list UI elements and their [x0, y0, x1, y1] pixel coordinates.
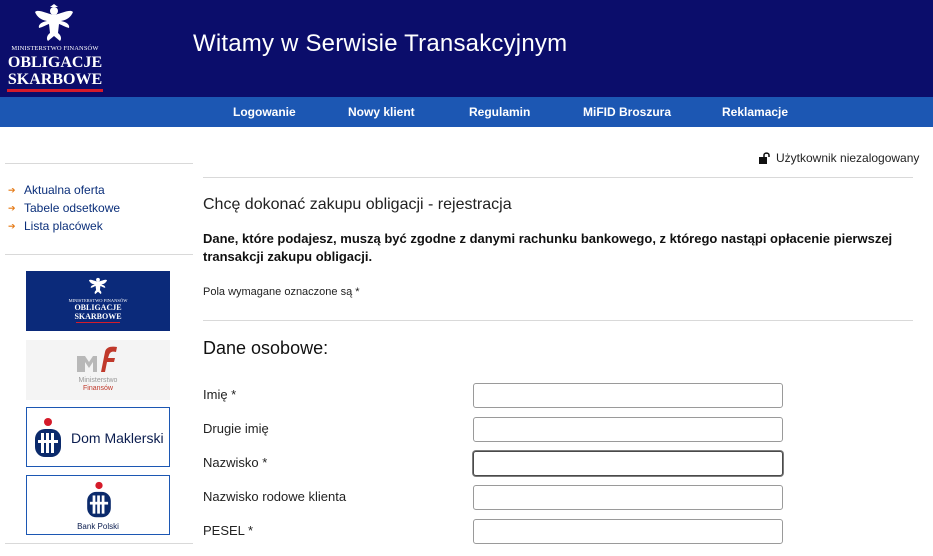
required-fields-note: Pola wymagane oznaczone są *	[203, 286, 360, 298]
nav-item-regulamin[interactable]: Regulamin	[469, 97, 530, 127]
eagle-emblem-icon	[88, 277, 108, 295]
user-status: Użytkownik niezalogowany	[758, 151, 919, 165]
arrow-right-icon: ➔	[8, 220, 16, 231]
promo-dom-maklerski-label: Dom Maklerski	[71, 430, 164, 446]
promo-bank-polski[interactable]: Bank Polski	[26, 475, 170, 535]
nav-item-nowy-klient[interactable]: Nowy klient	[348, 97, 415, 127]
page-title: Chcę dokonać zakupu obligacji - rejestra…	[203, 196, 512, 213]
nav-item-logowanie[interactable]: Logowanie	[233, 97, 296, 127]
promo-dom-maklerski[interactable]: Dom Maklerski	[26, 407, 170, 467]
promo-mf-line2: Finansów	[83, 385, 113, 392]
pko-logo-icon	[87, 481, 111, 518]
obligacje-skarbowe-logo[interactable]: MINISTERSTWO FINANSÓW OBLIGACJE SKARBOWE	[0, 0, 110, 97]
maiden-name-label: Nazwisko rodowe klienta	[203, 489, 347, 504]
lock-open-icon	[759, 152, 770, 164]
sidebar-link-lista-placowek[interactable]: ➔ Lista placówek	[8, 217, 120, 235]
logo-brand-line2: SKARBOWE	[7, 71, 103, 88]
sidebar-links: ➔ Aktualna oferta ➔ Tabele odsetkowe ➔ L…	[8, 181, 120, 235]
promo-underline	[76, 322, 120, 323]
promo-brand-line1: OBLIGACJE	[74, 303, 122, 312]
main-divider	[203, 320, 913, 321]
section-title-personal-data: Dane osobowe:	[203, 338, 329, 358]
sidebar-divider	[5, 543, 193, 544]
bank-data-notice: Dane, które podajesz, muszą być zgodne z…	[203, 231, 893, 264]
nav-item-mifid-broszura[interactable]: MiFID Broszura	[583, 97, 671, 127]
last-name-input[interactable]	[473, 451, 783, 476]
sidebar-link-label: Tabele odsetkowe	[24, 201, 121, 215]
sidebar-divider	[5, 254, 193, 255]
site-title: Witamy w Serwisie Transakcyjnym	[193, 30, 568, 57]
sidebar-link-label: Lista placówek	[24, 219, 103, 233]
sidebar-link-tabele-odsetkowe[interactable]: ➔ Tabele odsetkowe	[8, 199, 120, 217]
first-name-input[interactable]	[473, 383, 783, 408]
promo-brand-line2: SKARBOWE	[74, 312, 122, 321]
mf-logo-icon	[77, 346, 117, 372]
sidebar-divider	[5, 163, 193, 164]
maiden-name-input[interactable]	[473, 485, 783, 510]
arrow-right-icon: ➔	[8, 202, 16, 213]
logo-brand-line1: OBLIGACJE	[7, 54, 103, 71]
main-nav: Logowanie Nowy klient Regulamin MiFID Br…	[0, 97, 933, 127]
middle-name-label: Drugie imię	[203, 421, 269, 436]
pesel-input[interactable]	[473, 519, 783, 544]
promo-mf-line1: Ministerstwo	[78, 377, 118, 384]
promo-ministerstwo-finansow[interactable]: Ministerstwo Finansów	[26, 340, 170, 400]
last-name-label: Nazwisko *	[203, 455, 268, 470]
promo-bank-polski-label: Bank Polski	[77, 522, 119, 531]
eagle-emblem-icon	[35, 4, 73, 41]
sidebar-link-aktualna-oferta[interactable]: ➔ Aktualna oferta	[8, 181, 120, 199]
arrow-right-icon: ➔	[8, 184, 16, 195]
pesel-label: PESEL *	[203, 523, 254, 538]
logo-ministry-text: MINISTERSTWO FINANSÓW	[11, 45, 99, 52]
site-header: MINISTERSTWO FINANSÓW OBLIGACJE SKARBOWE…	[0, 0, 933, 97]
main-divider	[203, 177, 913, 178]
logo-underline	[7, 89, 103, 92]
user-status-text: Użytkownik niezalogowany	[776, 151, 920, 165]
pko-logo-icon	[35, 418, 61, 457]
promo-obligacje-skarbowe[interactable]: MINISTERSTWO FINANSÓW OBLIGACJE SKARBOWE	[26, 271, 170, 331]
middle-name-input[interactable]	[473, 417, 783, 442]
nav-item-reklamacje[interactable]: Reklamacje	[722, 97, 788, 127]
first-name-label: Imię *	[203, 387, 237, 402]
sidebar-link-label: Aktualna oferta	[24, 183, 105, 197]
